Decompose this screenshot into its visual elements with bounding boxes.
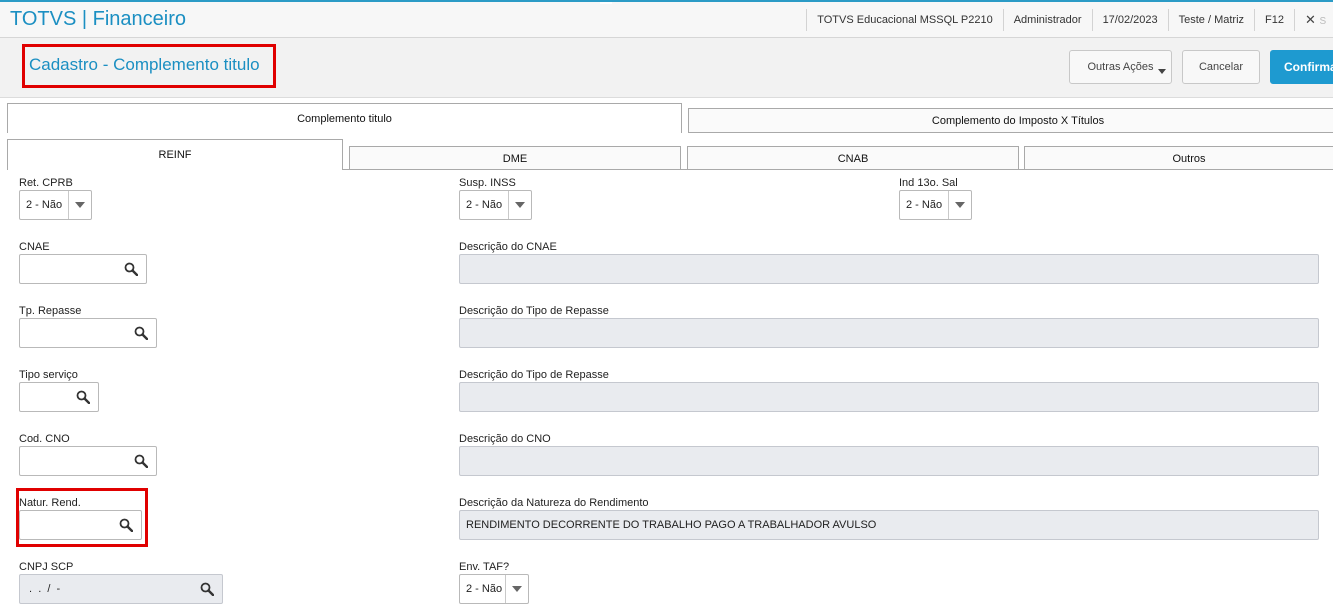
close-icon: ✕	[1305, 12, 1316, 27]
search-icon[interactable]	[124, 262, 138, 276]
tp-repasse-field[interactable]	[19, 318, 157, 348]
tipo-servico-label: Tipo serviço	[19, 369, 78, 381]
susp-inss-select[interactable]: 2 - Não	[459, 190, 532, 220]
tp-repasse-label: Tp. Repasse	[19, 305, 82, 317]
cnae-desc-label: Descrição do CNAE	[459, 241, 557, 253]
cnpj-scp-value: . . / -	[26, 583, 61, 595]
tab-dme[interactable]: DME	[349, 146, 681, 170]
cno-desc-label: Descrição do CNO	[459, 433, 551, 445]
cnpj-scp-label: CNPJ SCP	[19, 561, 74, 573]
branch-label[interactable]: Teste / Matriz	[1167, 9, 1254, 31]
more-actions-button[interactable]: Outras Ações	[1069, 50, 1172, 84]
natur-rend-field[interactable]	[19, 510, 142, 540]
tp-repasse-desc-field	[459, 318, 1319, 348]
cnae-desc-field	[459, 254, 1319, 284]
tab-reinf[interactable]: REINF	[7, 139, 343, 170]
env-taf-label: Env. TAF?	[459, 561, 510, 573]
page-header: Cadastro - Complemento titulo Outras Açõ…	[0, 38, 1333, 98]
status-area: TOTVS Educacional MSSQL P2210 Administra…	[806, 2, 1333, 38]
page-title: Cadastro - Complemento titulo	[22, 44, 276, 88]
env-taf-value: 2 - Não	[466, 583, 503, 595]
cod-cno-field[interactable]	[19, 446, 157, 476]
tipo-servico-field[interactable]	[19, 382, 99, 412]
ret-cprb-value: 2 - Não	[26, 199, 63, 211]
search-icon[interactable]	[76, 390, 90, 404]
cno-desc-field	[459, 446, 1319, 476]
susp-inss-value: 2 - Não	[466, 199, 503, 211]
tab-divider	[343, 169, 1333, 170]
susp-inss-label: Susp. INSS	[459, 177, 516, 189]
tab-outros[interactable]: Outros	[1024, 146, 1333, 170]
caret-down-icon	[1158, 69, 1166, 74]
tipo-servico-desc-label: Descrição do Tipo de Repasse	[459, 369, 609, 381]
dropdown-arrow-icon	[508, 191, 531, 219]
natur-rend-desc-value: RENDIMENTO DECORRENTE DO TRABALHO PAGO A…	[466, 519, 877, 531]
tp-repasse-desc-label: Descrição do Tipo de Repasse	[459, 305, 609, 317]
exit-button[interactable]: ✕ S	[1294, 9, 1333, 31]
natur-rend-desc-field: RENDIMENTO DECORRENTE DO TRABALHO PAGO A…	[459, 510, 1319, 540]
search-icon[interactable]	[200, 582, 214, 596]
more-actions-label: Outras Ações	[1087, 61, 1154, 73]
cod-cno-label: Cod. CNO	[19, 433, 70, 445]
top-marker	[600, 2, 612, 4]
confirm-button[interactable]: Confirmar	[1270, 50, 1333, 84]
user-label[interactable]: Administrador	[1002, 9, 1092, 31]
dropdown-arrow-icon	[68, 191, 91, 219]
dropdown-arrow-icon	[948, 191, 971, 219]
tab-complemento-titulo[interactable]: Complemento titulo	[7, 103, 682, 133]
natur-rend-label: Natur. Rend.	[19, 497, 81, 509]
env-taf-select[interactable]: 2 - Não	[459, 574, 529, 604]
tab-complemento-imposto[interactable]: Complemento do Imposto X Títulos	[688, 108, 1333, 133]
ind-13-label: Ind 13o. Sal	[899, 177, 958, 189]
top-bar: TOTVS | Financeiro TOTVS Educacional MSS…	[0, 0, 1333, 38]
cancel-button[interactable]: Cancelar	[1182, 50, 1260, 84]
date-label[interactable]: 17/02/2023	[1091, 9, 1168, 31]
cnpj-scp-field[interactable]: . . / -	[19, 574, 223, 604]
ret-cprb-label: Ret. CPRB	[19, 177, 73, 189]
tipo-servico-desc-field	[459, 382, 1319, 412]
tab-cnab[interactable]: CNAB	[687, 146, 1019, 170]
natur-rend-desc-label: Descrição da Natureza do Rendimento	[459, 497, 649, 509]
search-icon[interactable]	[134, 454, 148, 468]
ind-13-value: 2 - Não	[906, 199, 943, 211]
app-title: TOTVS | Financeiro	[10, 8, 186, 30]
cnae-field[interactable]	[19, 254, 147, 284]
ret-cprb-select[interactable]: 2 - Não	[19, 190, 92, 220]
search-icon[interactable]	[119, 518, 133, 532]
exit-label: S	[1319, 16, 1327, 27]
f12-key[interactable]: F12	[1254, 9, 1294, 31]
search-icon[interactable]	[134, 326, 148, 340]
dropdown-arrow-icon	[505, 575, 528, 603]
cnae-label: CNAE	[19, 241, 50, 253]
ind-13-select[interactable]: 2 - Não	[899, 190, 972, 220]
environment-label[interactable]: TOTVS Educacional MSSQL P2210	[806, 9, 1002, 31]
